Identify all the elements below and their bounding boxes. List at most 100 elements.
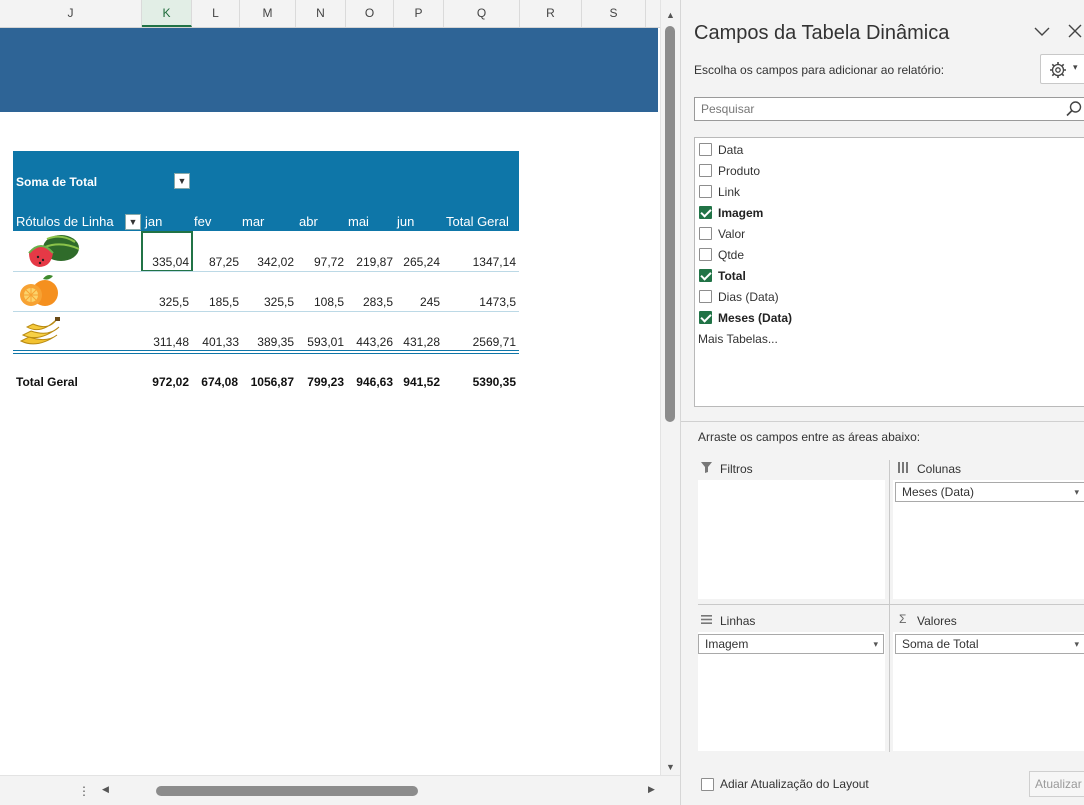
grand-total-fev[interactable]: 674,08 <box>188 375 238 389</box>
checkbox-produto[interactable] <box>699 164 712 177</box>
search-input[interactable] <box>695 98 1055 120</box>
update-button[interactable]: Atualizar <box>1029 771 1084 797</box>
cell-r1-mar[interactable]: 342,02 <box>240 255 294 269</box>
defer-update-checkbox[interactable] <box>701 778 714 791</box>
close-icon[interactable] <box>1068 22 1082 43</box>
columns-item-meses[interactable]: Meses (Data) ▾ <box>895 482 1084 502</box>
cell-r1-total[interactable]: 1347,14 <box>446 255 516 269</box>
watermelon-icon <box>28 235 80 267</box>
cell-r1-fev[interactable]: 87,25 <box>191 255 239 269</box>
field-item-produto[interactable]: Produto <box>699 162 1079 182</box>
checkbox-link[interactable] <box>699 185 712 198</box>
cell-r3-total[interactable]: 2569,71 <box>446 335 516 349</box>
filters-area-label: Filtros <box>720 462 753 476</box>
tools-button[interactable]: ▾ <box>1040 54 1084 84</box>
grand-total-sum[interactable]: 5390,35 <box>446 375 516 389</box>
scroll-right-icon[interactable]: ▶ <box>648 784 655 795</box>
vertical-scroll-thumb[interactable] <box>665 26 675 422</box>
field-label-imagem: Imagem <box>718 206 764 220</box>
cell-r3-mar[interactable]: 389,35 <box>240 335 294 349</box>
cell-r3-mai[interactable]: 443,26 <box>343 335 393 349</box>
column-header-l[interactable]: L <box>192 0 240 27</box>
month-header-abr: abr <box>299 214 318 229</box>
horizontal-scroll-thumb[interactable] <box>156 786 418 796</box>
scroll-up-icon[interactable]: ▲ <box>666 10 675 20</box>
search-icon[interactable] <box>1065 100 1083 118</box>
cell-r2-jun[interactable]: 245 <box>392 295 440 309</box>
grand-total-label[interactable]: Total Geral <box>16 375 78 389</box>
field-item-imagem[interactable]: Imagem <box>699 204 1079 224</box>
grand-total-mai[interactable]: 946,63 <box>341 375 393 389</box>
field-item-link[interactable]: Link <box>699 183 1079 203</box>
checkbox-imagem[interactable] <box>699 206 712 219</box>
cell-r3-abr[interactable]: 593,01 <box>296 335 344 349</box>
column-header-q[interactable]: Q <box>444 0 520 27</box>
orange-icon <box>20 275 58 306</box>
column-headers: J K L M N O P Q R S <box>0 0 660 28</box>
cell-r2-mar[interactable]: 325,5 <box>240 295 294 309</box>
column-header-p[interactable]: P <box>394 0 444 27</box>
cell-r3-fev[interactable]: 401,33 <box>191 335 239 349</box>
field-item-dias[interactable]: Dias (Data) <box>699 288 1079 308</box>
more-tables-link[interactable]: Mais Tabelas... <box>698 332 778 346</box>
grand-total-divider <box>13 350 519 351</box>
cell-r2-total[interactable]: 1473,5 <box>446 295 516 309</box>
more-options-icon[interactable]: ⋮ <box>78 784 90 798</box>
vertical-scrollbar[interactable]: ▲ ▼ <box>660 0 680 775</box>
chevron-down-icon: ▾ <box>1074 487 1079 497</box>
cell-r1-jun[interactable]: 265,24 <box>392 255 440 269</box>
checkbox-qtde[interactable] <box>699 248 712 261</box>
search-box[interactable] <box>694 97 1084 121</box>
cell-r2-mai[interactable]: 283,5 <box>343 295 393 309</box>
field-item-data[interactable]: Data <box>699 141 1079 161</box>
checkbox-dias[interactable] <box>699 290 712 303</box>
rows-item-imagem[interactable]: Imagem ▾ <box>698 634 884 654</box>
column-header-o[interactable]: O <box>346 0 394 27</box>
grand-total-abr[interactable]: 799,23 <box>294 375 344 389</box>
scroll-left-icon[interactable]: ◀ <box>102 784 109 795</box>
cell-r3-jan[interactable]: 311,48 <box>141 335 189 349</box>
field-item-valor[interactable]: Valor <box>699 225 1079 245</box>
checkbox-meses[interactable] <box>699 311 712 324</box>
chevron-down-icon: ▾ <box>873 639 878 649</box>
cell-r2-abr[interactable]: 108,5 <box>296 295 344 309</box>
worksheet: J K L M N O P Q R S Soma de Total ▼ Rótu… <box>0 0 660 805</box>
value-field-label: Soma de Total <box>16 175 98 189</box>
column-header-r[interactable]: R <box>520 0 582 27</box>
field-label-meses: Meses (Data) <box>718 311 793 325</box>
row-divider <box>13 271 519 272</box>
pivot-fields-panel: Campos da Tabela Dinâmica Escolha os cam… <box>680 0 1084 805</box>
grand-total-mar[interactable]: 1056,87 <box>238 375 294 389</box>
panel-subtitle: Escolha os campos para adicionar ao rela… <box>694 63 945 77</box>
column-header-k[interactable]: K <box>142 0 192 27</box>
cell-r1-abr[interactable]: 97,72 <box>296 255 344 269</box>
checkbox-total[interactable] <box>699 269 712 282</box>
checkbox-data[interactable] <box>699 143 712 156</box>
column-header-m[interactable]: M <box>240 0 296 27</box>
checkbox-valor[interactable] <box>699 227 712 240</box>
column-header-s[interactable]: S <box>582 0 646 27</box>
value-field-dropdown-icon[interactable]: ▼ <box>174 173 190 189</box>
cell-r2-fev[interactable]: 185,5 <box>191 295 239 309</box>
field-item-meses[interactable]: Meses (Data) <box>699 309 1079 329</box>
column-header-j[interactable]: J <box>0 0 142 27</box>
defer-update-label: Adiar Atualização do Layout <box>720 777 869 791</box>
field-label-data: Data <box>718 143 744 157</box>
cell-r3-jun[interactable]: 431,28 <box>392 335 440 349</box>
filters-drop-zone[interactable] <box>698 480 885 599</box>
month-header-fev: fev <box>194 214 212 229</box>
field-item-total[interactable]: Total <box>699 267 1079 287</box>
field-item-qtde[interactable]: Qtde <box>699 246 1079 266</box>
grand-total-jan[interactable]: 972,02 <box>141 375 189 389</box>
columns-icon <box>898 462 908 473</box>
scroll-down-icon[interactable]: ▼ <box>666 762 675 772</box>
column-header-n[interactable]: N <box>296 0 346 27</box>
horizontal-scroll-bar[interactable]: ⋮ ◀ ▶ <box>0 775 680 805</box>
row-labels-filter-icon[interactable]: ▼ <box>125 214 141 230</box>
grand-total-jun[interactable]: 941,52 <box>390 375 440 389</box>
values-item-soma[interactable]: Soma de Total ▾ <box>895 634 1084 654</box>
grand-total-header: Total Geral <box>446 214 509 229</box>
cell-r1-mai[interactable]: 219,87 <box>343 255 393 269</box>
chevron-down-icon[interactable] <box>1034 24 1050 42</box>
cell-r2-jan[interactable]: 325,5 <box>141 295 189 309</box>
